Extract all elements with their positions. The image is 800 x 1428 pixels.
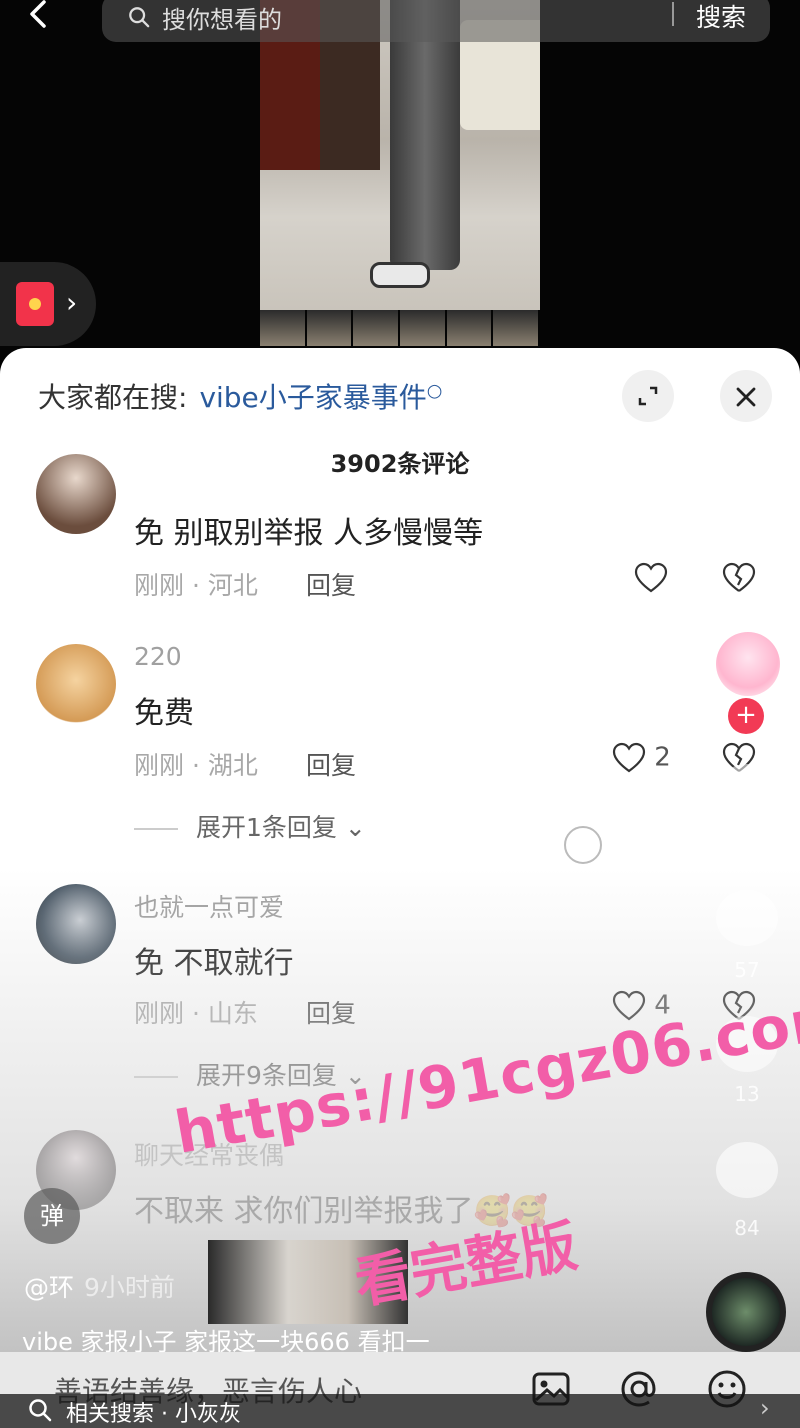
comment-meta: 刚刚 · 山东	[134, 999, 258, 1028]
follow-button[interactable]: +	[728, 698, 764, 734]
hot-search-row[interactable]: 大家都在搜: vibe小子家暴事件○	[38, 376, 443, 416]
broken-heart-icon	[722, 562, 756, 592]
music-disc[interactable]	[706, 1272, 786, 1352]
avatar[interactable]	[36, 884, 116, 964]
back-arrow-icon	[30, 0, 46, 28]
video-frame[interactable]	[260, 0, 540, 310]
search-divider	[672, 2, 674, 26]
comment-count-side: 57	[734, 958, 760, 982]
loading-circle	[564, 826, 602, 864]
search-icon	[129, 7, 150, 28]
reply-button[interactable]: 回复	[306, 566, 356, 602]
like-count: 2	[654, 742, 671, 773]
expand-replies-button[interactable]: 展开1条回复 ⌄	[134, 808, 366, 844]
red-packet-icon	[16, 282, 54, 326]
divider-line	[134, 1076, 178, 1078]
reply-button[interactable]: 回复	[306, 994, 356, 1030]
dislike-button[interactable]	[722, 562, 756, 598]
comment-time: 刚刚	[134, 571, 185, 600]
comment-region: 河北	[207, 571, 258, 600]
avatar[interactable]	[36, 644, 116, 724]
search-icon: ○	[426, 380, 443, 402]
thumbnail	[353, 310, 399, 346]
comment-region: 湖北	[207, 751, 258, 780]
hot-search-prefix: 大家都在搜:	[38, 381, 188, 414]
heart-icon	[612, 742, 646, 773]
comment-meta: 刚刚 · 湖北	[134, 751, 258, 780]
search-box[interactable]: 搜你想看的 搜索	[102, 0, 770, 42]
comment-count: 3902条评论	[330, 450, 470, 478]
share-count: 84	[734, 1216, 760, 1240]
author-avatar[interactable]	[716, 632, 780, 696]
divider-line	[134, 828, 178, 830]
comment-icon[interactable]	[716, 890, 778, 946]
search-input[interactable]: 搜你想看的	[162, 0, 282, 35]
like-button[interactable]	[634, 562, 668, 594]
top-bar: 搜你想看的 搜索	[0, 0, 800, 44]
video-thumbnail-strip	[260, 310, 540, 346]
post-time: 9小时前	[84, 1273, 175, 1302]
chevron-right-icon: ›	[760, 1394, 770, 1422]
like-count: 328	[727, 832, 767, 856]
danmu-button[interactable]: 弹	[24, 1188, 80, 1244]
thumbnail	[306, 310, 352, 346]
related-search-label: 相关搜索 · 小灰灰	[66, 1402, 241, 1427]
hot-search-term[interactable]: vibe小子家暴事件	[199, 381, 426, 414]
share-icon[interactable]	[716, 1142, 778, 1198]
close-icon	[736, 387, 756, 407]
reply-button[interactable]: 回复	[306, 746, 356, 782]
like-button[interactable]: 2	[612, 742, 671, 774]
expand-icon	[638, 386, 658, 406]
comment-username[interactable]: 也就一点可爱	[134, 888, 284, 924]
comment-time: 刚刚	[134, 999, 185, 1028]
heart-icon	[634, 562, 668, 593]
avatar[interactable]	[36, 454, 116, 534]
close-panel-button[interactable]	[720, 370, 772, 422]
favorite-count: 13	[734, 1082, 760, 1106]
comment-text: 免费	[134, 696, 194, 731]
comment-username[interactable]: 220	[134, 642, 182, 671]
author-name[interactable]: @环	[24, 1273, 74, 1302]
comment-text: 免 不取就行	[134, 946, 294, 981]
author-line[interactable]: @环 9小时前	[24, 1268, 175, 1304]
back-button[interactable]	[24, 0, 64, 36]
heart-icon[interactable]	[716, 764, 778, 820]
expand-replies-label: 展开1条回复	[196, 813, 337, 842]
search-icon	[29, 1399, 52, 1422]
chevron-right-icon: ›	[66, 286, 78, 319]
comment-region: 山东	[207, 999, 258, 1028]
related-search-bar[interactable]: 相关搜索 · 小灰灰 ›	[0, 1394, 800, 1428]
comment-meta: 刚刚 · 河北	[134, 571, 258, 600]
chevron-down-icon: ⌄	[344, 813, 366, 842]
video-scene-shoe	[370, 262, 430, 288]
thumbnail	[260, 310, 305, 346]
red-packet-entry[interactable]: ›	[0, 262, 96, 346]
thumbnail	[493, 310, 539, 346]
comment-time: 刚刚	[134, 751, 185, 780]
thumbnail	[400, 310, 445, 346]
thumbnail	[446, 310, 492, 346]
expand-panel-button[interactable]	[622, 370, 674, 422]
comment-text: 免 别取别举报 人多慢慢等	[134, 516, 484, 551]
search-button[interactable]: 搜索	[696, 0, 746, 34]
